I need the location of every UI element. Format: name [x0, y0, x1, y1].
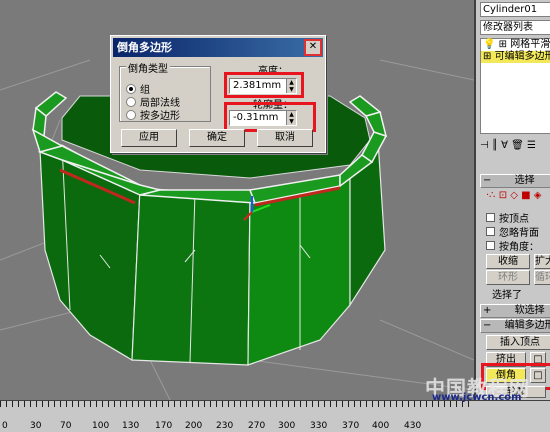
height-highlight-box: [224, 72, 304, 98]
rollout-title: 软选择: [514, 305, 545, 316]
dialog-title: 倒角多边形: [117, 41, 172, 54]
rollout-title: 编辑多边形: [504, 320, 550, 331]
tick-label: 130: [122, 421, 140, 431]
tick-label: 300: [278, 421, 296, 431]
cancel-button[interactable]: 取消: [257, 129, 313, 147]
tick-label: 170: [155, 421, 173, 431]
modifier-stack: 💡 ⊞ 网格平滑 ⊞ 可编辑多边形: [480, 38, 550, 134]
radio-by-polygon-option[interactable]: 按多边形: [126, 107, 180, 122]
tick-label: 70: [60, 421, 72, 431]
tick-label: 330: [310, 421, 328, 431]
selection-info: 选择了: [492, 290, 522, 301]
tick-label: 200: [185, 421, 203, 431]
tick-label: 230: [216, 421, 234, 431]
ruler-ticks: [0, 401, 474, 415]
stack-item-label: 网格平滑: [510, 39, 550, 50]
edit-polygons-rollout-header[interactable]: − 编辑多边形: [480, 319, 550, 333]
dialog-title-bar[interactable]: 倒角多边形 ✕: [113, 38, 323, 57]
soft-selection-rollout-header[interactable]: + 软选择: [480, 304, 550, 318]
collapse-icon: −: [483, 175, 492, 186]
configure-icon[interactable]: ☰: [527, 140, 536, 151]
checkbox[interactable]: [486, 227, 495, 236]
checkbox-label: 按顶点: [499, 214, 529, 225]
bevel-polygon-dialog: 倒角多边形 ✕ 倒角类型 组 局部法线 按多边形 高度： 2.381mm ▲ ▼ …: [110, 35, 326, 153]
pin-stack-icon[interactable]: ⊣: [480, 140, 489, 151]
shrink-button[interactable]: 收缩: [486, 254, 530, 269]
tick-label: 270: [248, 421, 266, 431]
rollout-title: 选择: [514, 175, 535, 186]
insert-vertex-button[interactable]: 插入顶点: [486, 335, 550, 350]
tick-label: 400: [372, 421, 390, 431]
tick-label: 30: [30, 421, 42, 431]
stack-item-editable-poly[interactable]: ⊞ 可编辑多边形: [481, 51, 550, 63]
loop-button[interactable]: 循环: [534, 270, 550, 285]
radio-button[interactable]: [126, 96, 136, 107]
tick-label: 0: [2, 421, 8, 431]
tick-label: 370: [342, 421, 360, 431]
radio-button[interactable]: [126, 109, 136, 120]
stack-item-label: 可编辑多边形: [494, 51, 550, 62]
checkbox-label: 按角度：: [499, 242, 539, 253]
object-name-field[interactable]: Cylinder01: [480, 2, 550, 17]
apply-button[interactable]: 应用: [121, 129, 177, 147]
expand-icon[interactable]: ⊞: [499, 39, 507, 50]
timeline-ruler[interactable]: 0 30 70 100 130 170 200 230 270 300 330 …: [0, 400, 550, 432]
ring-button[interactable]: 环形: [486, 270, 530, 285]
grow-button[interactable]: 扩大: [534, 254, 550, 269]
radio-label: 按多边形: [140, 111, 180, 122]
expand-icon: +: [483, 305, 492, 316]
ignore-backface-checkbox[interactable]: 忽略背面: [486, 224, 539, 239]
bevel-type-label: 倒角类型: [126, 60, 170, 75]
select-rollout-header[interactable]: − 选择: [480, 174, 550, 188]
outline-highlight-box: [224, 102, 316, 132]
command-panel: Cylinder01 修改器列表 💡 ⊞ 网格平滑 ⊞ 可编辑多边形 ⊣ ║ ∀…: [474, 0, 550, 400]
stack-tools: ⊣ ║ ∀ 🗑 ☰: [480, 140, 550, 154]
checkbox[interactable]: [486, 241, 495, 250]
tick-label: 430: [404, 421, 422, 431]
ok-button[interactable]: 确定: [189, 129, 245, 147]
tick-label: 100: [92, 421, 110, 431]
radio-button[interactable]: [126, 83, 136, 94]
show-end-result-icon[interactable]: ║: [492, 140, 498, 151]
stack-item-meshsmooth[interactable]: 💡 ⊞ 网格平滑: [481, 39, 550, 51]
expand-icon[interactable]: ⊞: [483, 51, 491, 62]
close-button[interactable]: ✕: [304, 39, 322, 56]
watermark-url: www.jcwcn.com: [432, 392, 522, 403]
by-vertex-checkbox[interactable]: 按顶点: [486, 210, 529, 225]
remove-modifier-icon[interactable]: 🗑: [511, 140, 524, 151]
collapse-icon: −: [483, 320, 492, 331]
make-unique-icon[interactable]: ∀: [501, 140, 508, 151]
subobject-level-icons[interactable]: ·∴ ⊡ ◇ ■ ◈: [486, 190, 541, 201]
modifier-list-dropdown[interactable]: 修改器列表: [480, 20, 550, 35]
checkbox[interactable]: [486, 213, 495, 222]
bulb-icon[interactable]: 💡: [483, 39, 495, 50]
bevel-type-group: 倒角类型 组 局部法线 按多边形: [119, 60, 211, 122]
checkbox-label: 忽略背面: [499, 228, 539, 239]
by-angle-checkbox[interactable]: 按角度：: [486, 238, 539, 253]
